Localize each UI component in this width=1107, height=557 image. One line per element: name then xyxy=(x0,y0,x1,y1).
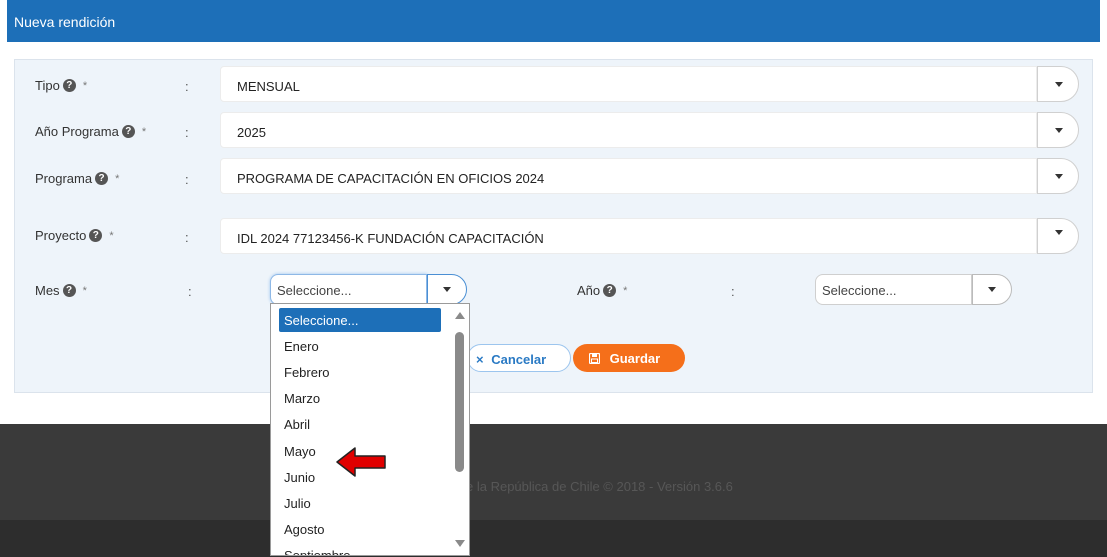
option-julio[interactable]: Julio xyxy=(279,491,441,515)
chevron-down-icon xyxy=(1055,128,1063,133)
anio-programa-label: Año Programa ? * xyxy=(35,124,147,139)
help-icon[interactable]: ? xyxy=(121,125,135,138)
mes-dropdown-button[interactable] xyxy=(427,274,467,305)
dropdown-scrollbar[interactable] xyxy=(450,304,469,555)
chevron-down-icon xyxy=(1055,82,1063,87)
red-arrow-icon xyxy=(336,447,386,477)
scrollbar-thumb[interactable] xyxy=(455,332,464,472)
programa-label: Programa ? * xyxy=(35,171,120,186)
anio-programa-dropdown-button[interactable] xyxy=(1037,112,1079,148)
option-enero[interactable]: Enero xyxy=(279,334,441,358)
option-febrero[interactable]: Febrero xyxy=(279,360,441,384)
programa-select[interactable]: PROGRAMA DE CAPACITACIÓN EN OFICIOS 2024 xyxy=(220,158,1037,194)
anio-select[interactable]: Seleccione... xyxy=(815,274,972,305)
proyecto-dropdown-button[interactable] xyxy=(1037,218,1079,254)
save-icon xyxy=(588,352,601,365)
chevron-down-icon xyxy=(443,287,451,292)
anio-label: Año ? * xyxy=(577,283,628,298)
modal-title: Nueva rendición xyxy=(14,14,116,30)
option-seleccione[interactable]: Seleccione... xyxy=(279,308,441,332)
mes-dropdown-list[interactable]: Seleccione... Enero Febrero Marzo Abril … xyxy=(270,303,470,556)
option-septiembre[interactable]: Septiembre xyxy=(279,543,441,555)
save-button[interactable]: Guardar xyxy=(573,344,685,372)
help-icon[interactable]: ? xyxy=(89,229,103,242)
cancel-button[interactable]: × Cancelar xyxy=(467,344,571,372)
mes-select[interactable]: Seleccione... xyxy=(270,274,427,305)
help-icon[interactable]: ? xyxy=(62,284,76,297)
modal-header: Nueva rendición xyxy=(7,0,1100,42)
programa-dropdown-button[interactable] xyxy=(1037,158,1079,194)
help-icon[interactable]: ? xyxy=(62,79,76,92)
footer-text: e la República de Chile © 2018 - Versión… xyxy=(466,479,733,494)
chevron-down-icon xyxy=(1055,174,1063,179)
tipo-dropdown-button[interactable] xyxy=(1037,66,1079,102)
help-icon[interactable]: ? xyxy=(95,172,109,185)
scroll-up-icon[interactable] xyxy=(455,312,465,319)
option-agosto[interactable]: Agosto xyxy=(279,517,441,541)
option-marzo[interactable]: Marzo xyxy=(279,386,441,410)
help-icon[interactable]: ? xyxy=(603,284,617,297)
anio-programa-select[interactable]: 2025 xyxy=(220,112,1037,148)
chevron-down-icon xyxy=(988,287,996,292)
option-abril[interactable]: Abril xyxy=(279,412,441,436)
mes-label: Mes ? * xyxy=(35,283,87,298)
proyecto-label: Proyecto ? * xyxy=(35,228,114,243)
scroll-down-icon[interactable] xyxy=(455,540,465,547)
close-icon: × xyxy=(476,352,484,367)
proyecto-select[interactable]: IDL 2024 77123456-K FUNDACIÓN CAPACITACI… xyxy=(220,218,1037,254)
tipo-label: Tipo ? * xyxy=(35,78,88,93)
chevron-down-icon xyxy=(1055,230,1063,235)
tipo-select[interactable]: MENSUAL xyxy=(220,66,1037,102)
new-rendition-modal: Nueva rendición Tipo ? * : MENSUAL Año P… xyxy=(7,0,1100,421)
footer-bottom-strip xyxy=(0,520,1107,557)
anio-dropdown-button[interactable] xyxy=(972,274,1012,305)
